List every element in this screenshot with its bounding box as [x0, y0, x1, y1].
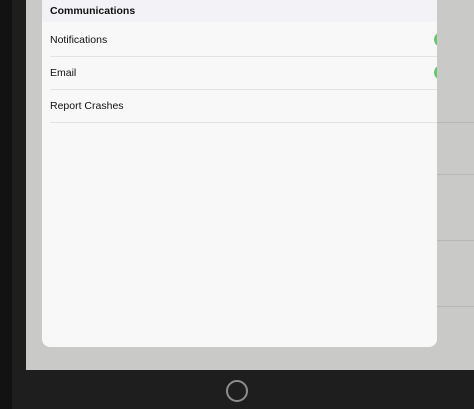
settings-modal-sheet: Communications Notifications Email Repor…: [42, 0, 437, 347]
section-title: Communications: [50, 5, 136, 17]
email-toggle[interactable]: [434, 65, 437, 80]
background-row-divider: [436, 240, 474, 241]
row-label-notifications: Notifications: [50, 34, 108, 46]
row-label-email: Email: [50, 67, 77, 79]
background-row-divider: [436, 122, 474, 123]
device-frame: Communications Notifications Email Repor…: [0, 0, 474, 409]
home-button-icon[interactable]: [226, 380, 248, 402]
row-report-crashes[interactable]: Report Crashes: [50, 89, 437, 123]
row-label-report-crashes: Report Crashes: [50, 100, 124, 112]
notifications-toggle[interactable]: [434, 32, 437, 47]
device-side-edge: [0, 0, 12, 409]
screen-dimmed-background: Communications Notifications Email Repor…: [26, 0, 474, 370]
row-email[interactable]: Email: [50, 56, 437, 90]
section-header-communications: Communications: [42, 0, 437, 22]
background-row-divider: [436, 174, 474, 175]
background-row-divider: [436, 306, 474, 307]
row-notifications[interactable]: Notifications: [50, 23, 437, 57]
